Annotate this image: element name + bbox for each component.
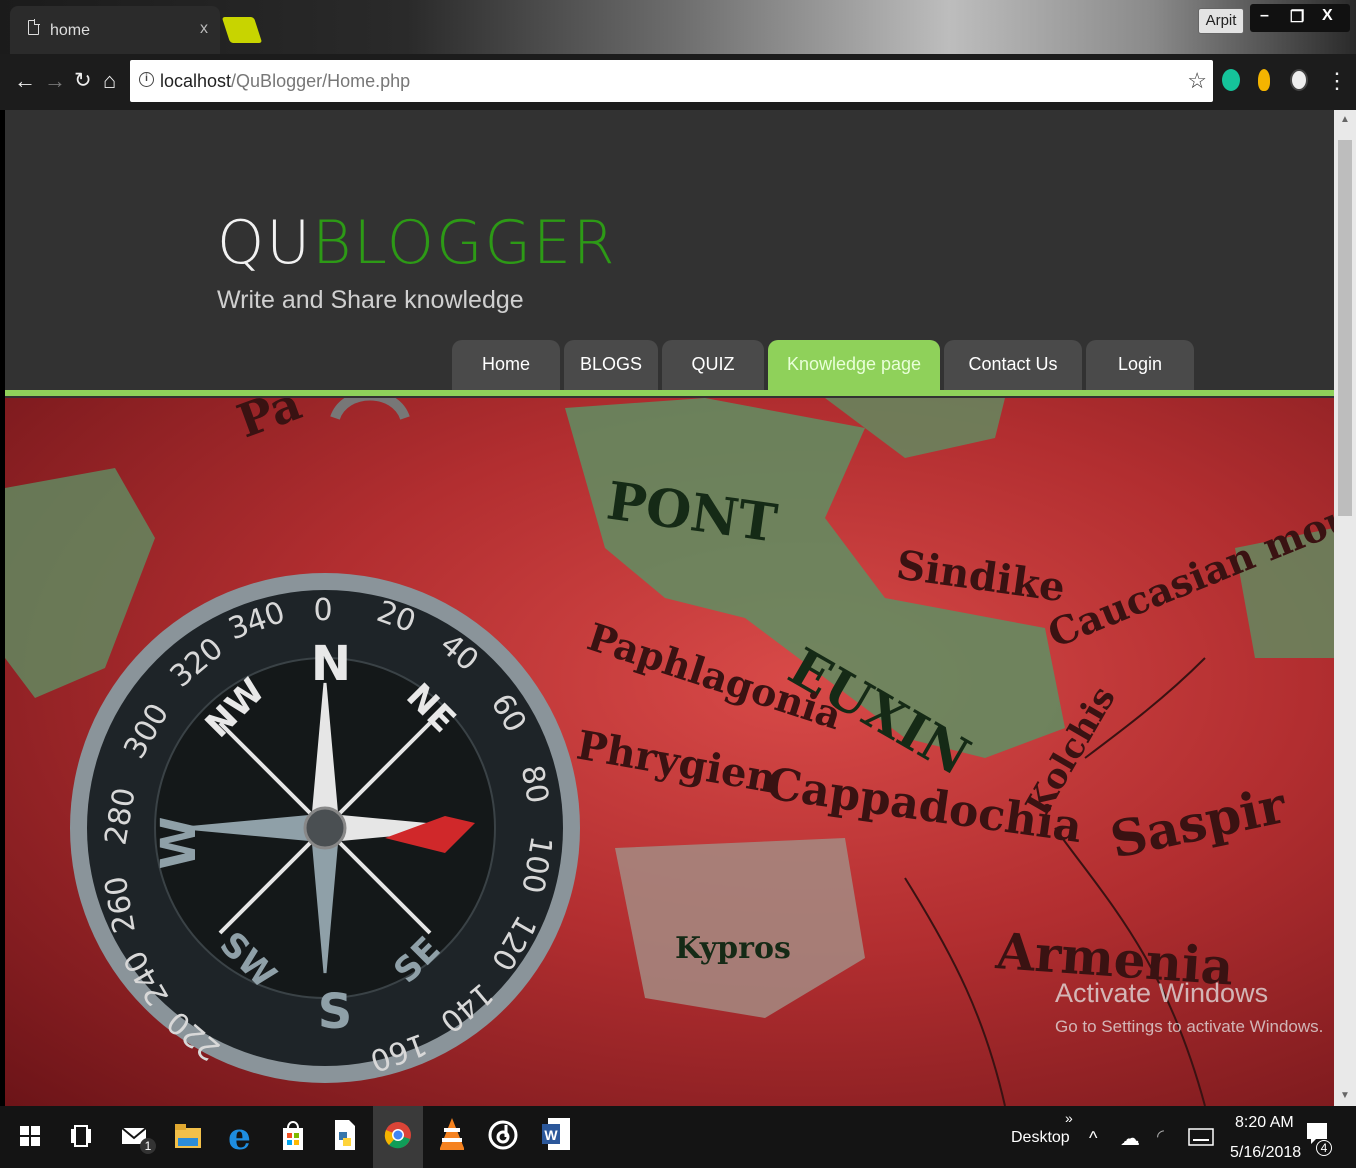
compass-icon: N NE NW W S SE SW 0 20 40 60 80 100 120 … <box>70 398 580 1083</box>
compass-label: N <box>311 636 351 692</box>
map-label: Saspir <box>1105 775 1291 870</box>
bookmark-star-icon[interactable]: ☆ <box>1187 68 1207 94</box>
url-text[interactable]: localhost/QuBlogger/Home.php <box>160 71 410 92</box>
scroll-up-icon[interactable]: ▲ <box>1340 114 1350 125</box>
close-window-icon[interactable]: X <box>1322 7 1333 25</box>
forward-icon[interactable]: → <box>44 68 66 94</box>
map-label: Phrygien <box>573 722 779 803</box>
tab-close-icon[interactable]: x <box>200 20 208 38</box>
task-view-icon[interactable] <box>70 1124 92 1156</box>
scroll-down-icon[interactable]: ▼ <box>1340 1090 1350 1101</box>
toolbar-expand-icon[interactable]: » <box>1065 1110 1073 1126</box>
windows-taskbar: 1 e W Desktop » ^ ☁ ◜ 8:20 AM 5/16/2018 <box>0 1106 1356 1168</box>
wifi-icon[interactable]: ◜ <box>1157 1126 1164 1147</box>
hero-image: PONT EUXIN Sindike Caucasian mount Paphl… <box>5 398 1334 1106</box>
clock-date[interactable]: 5/16/2018 <box>1230 1144 1301 1162</box>
address-bar[interactable]: i localhost/QuBlogger/Home.php ☆ <box>130 60 1213 102</box>
scrollbar-thumb[interactable] <box>1338 140 1352 516</box>
map-label: Pa <box>230 398 308 448</box>
browser-toolbar: ← → ↻ ⌂ i localhost/QuBlogger/Home.php ☆… <box>0 54 1356 110</box>
file-explorer-icon[interactable] <box>175 1124 201 1156</box>
chrome-icon[interactable] <box>384 1121 412 1149</box>
map-label: Kypros <box>675 931 791 966</box>
word-icon[interactable]: W <box>542 1118 570 1150</box>
menu-dots-icon[interactable]: ⋮ <box>1326 68 1348 94</box>
nav-knowledge-page[interactable]: Knowledge page <box>768 340 940 390</box>
new-tab-button[interactable] <box>221 17 263 43</box>
windows-start-icon[interactable] <box>20 1126 40 1158</box>
minimize-icon[interactable]: – <box>1260 7 1269 25</box>
webpage: QUBLOGGER Write and Share knowledge Home… <box>5 110 1334 1106</box>
compass-degree: 80 <box>514 763 555 807</box>
back-icon[interactable]: ← <box>14 68 36 94</box>
browser-titlebar: home x Arpit – ❐ X <box>0 0 1356 54</box>
tab-title: home <box>50 22 91 39</box>
restore-icon[interactable]: ❐ <box>1290 7 1304 27</box>
site-logo[interactable]: QUBLOGGER <box>217 208 617 278</box>
profile-button[interactable]: Arpit <box>1198 8 1244 34</box>
mail-badge: 1 <box>140 1138 156 1154</box>
site-tagline: Write and Share knowledge <box>217 286 524 314</box>
page-scrollbar[interactable]: ▲ ▼ <box>1334 110 1356 1106</box>
svg-text:W: W <box>544 1127 558 1143</box>
windows-activation-watermark: Activate Windows Go to Settings to activ… <box>1055 978 1324 1036</box>
compass-label: W <box>151 817 207 870</box>
info-icon[interactable]: i <box>139 72 154 87</box>
nav-home[interactable]: Home <box>452 340 560 390</box>
vlc-icon[interactable] <box>440 1118 464 1150</box>
notification-badge: 4 <box>1316 1140 1332 1156</box>
lightbulb-extension-icon[interactable] <box>1258 69 1270 91</box>
window-controls: – ❐ X <box>1250 4 1350 32</box>
desktop-toolbar-label[interactable]: Desktop <box>1011 1129 1070 1147</box>
nav-quiz[interactable]: QUIZ <box>662 340 764 390</box>
reload-icon[interactable]: ↻ <box>74 68 92 93</box>
compass-label: S <box>318 984 353 1040</box>
groove-music-icon[interactable] <box>488 1120 518 1152</box>
nav-login[interactable]: Login <box>1086 340 1194 390</box>
map-label: Sindike <box>894 541 1068 611</box>
edge-browser-icon[interactable]: e <box>228 1116 251 1158</box>
nav-contact-us[interactable]: Contact Us <box>944 340 1082 390</box>
onedrive-cloud-icon[interactable]: ☁ <box>1120 1126 1140 1151</box>
speed-dial-icon[interactable] <box>1290 69 1308 91</box>
nav-underline <box>5 390 1334 396</box>
nav-blogs[interactable]: BLOGS <box>564 340 658 390</box>
show-hidden-icons[interactable]: ^ <box>1089 1128 1097 1149</box>
store-icon[interactable] <box>280 1120 306 1152</box>
keyboard-icon[interactable] <box>1188 1128 1214 1160</box>
compass-degree: 0 <box>313 593 332 628</box>
home-icon[interactable]: ⌂ <box>103 68 116 94</box>
page-icon <box>28 19 40 35</box>
chrome-taskbar-active[interactable] <box>373 1106 423 1168</box>
browser-tab[interactable]: home x <box>10 6 220 54</box>
python-file-icon[interactable] <box>333 1120 357 1152</box>
grammarly-icon[interactable] <box>1222 69 1240 91</box>
clock-time[interactable]: 8:20 AM <box>1235 1114 1294 1132</box>
